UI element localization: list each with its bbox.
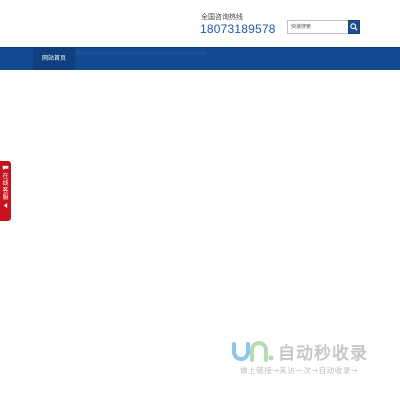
search-icon — [350, 23, 358, 31]
main-nav: 网站首页 — [0, 47, 400, 70]
chevron-left-icon — [3, 203, 8, 208]
site-header: 全国咨询热线 18073189578 — [0, 0, 400, 47]
wm-logo-icon — [232, 341, 274, 362]
watermark: 自动秒收录 做上链接→来访一次→自动收录→ — [230, 338, 395, 378]
chat-icon — [2, 165, 9, 171]
nav-item-home[interactable]: 网站首页 — [33, 48, 76, 70]
online-service-tab[interactable]: 在线客服 — [0, 161, 11, 221]
online-service-label: 在线客服 — [2, 173, 9, 201]
hotline-number: 18073189578 — [200, 22, 276, 36]
wm-slogan: 做上链接→来访一次→自动收录→ — [240, 366, 358, 375]
search-button[interactable] — [348, 20, 360, 34]
search-input[interactable] — [287, 20, 348, 34]
nav-divider — [76, 51, 206, 55]
wm-brand: 自动秒收录 — [278, 344, 368, 364]
hotline-label: 全国咨询热线 — [201, 13, 243, 21]
search-box — [287, 20, 360, 34]
